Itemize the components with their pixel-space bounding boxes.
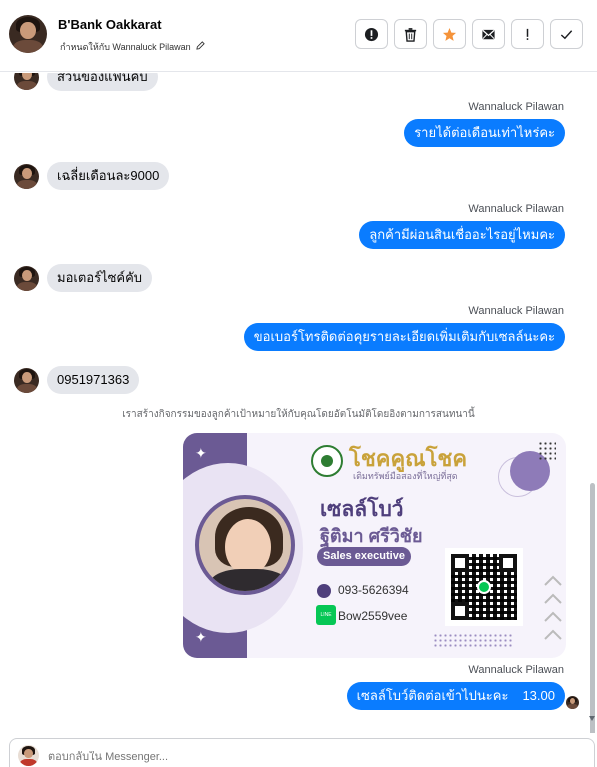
sender-name: Wannaluck Pilawan (468, 305, 564, 317)
star-icon (442, 27, 457, 41)
trash-icon (404, 27, 417, 42)
incoming-message: มอเตอร์ไซค์คับ (14, 264, 153, 292)
card-line-id: Bow2559vee (338, 609, 408, 623)
star-button[interactable] (433, 19, 466, 49)
report-icon (364, 27, 379, 41)
sender-name: Wannaluck Pilawan (468, 203, 564, 215)
outgoing-message-bubble[interactable]: รายได้ต่อเดือนเท่าไหร่คะ (404, 119, 565, 147)
incoming-message: เฉลี่ยเดือนละ9000 (14, 162, 170, 190)
assigned-to-text: กำหนดให้กับ Wannaluck Pilawan (60, 42, 191, 52)
check-icon (560, 29, 573, 39)
mail-icon (482, 29, 495, 39)
contact-avatar[interactable] (9, 15, 47, 53)
contact-avatar[interactable] (14, 163, 39, 189)
outgoing-message-bubble[interactable]: ขอเบอร์โทรติดต่อคุยรายละเอียดเพิ่มเติมกั… (243, 323, 565, 351)
system-note: เราสร้างกิจกรรมของลูกค้าเป้าหมายให้กับคุ… (122, 409, 475, 420)
scroll-down-icon[interactable] (589, 716, 595, 721)
delete-button[interactable] (394, 19, 427, 49)
message-bubble[interactable]: มอเตอร์ไซค์คับ (47, 264, 153, 292)
message-time: 13.00 (522, 688, 555, 703)
brand-logo-icon (311, 445, 343, 477)
message-thread[interactable]: ส่วนของแฟนคับ Wannaluck Pilawan รายได้ต่… (0, 73, 597, 733)
sender-name: Wannaluck Pilawan (468, 101, 564, 113)
message-bubble[interactable]: 0951971363 (47, 366, 140, 394)
sales-card-image[interactable]: ✦ ✦ โชคคูณโชค เติมทรัพย์มือสองที่ใหญ่ที่… (183, 433, 566, 658)
outgoing-message-bubble[interactable]: เซลล์โบว์ติดต่อเข้าไปนะคะ 13.00 (346, 682, 565, 710)
header-actions (355, 19, 583, 49)
contact-avatar[interactable] (14, 367, 39, 393)
message-bubble[interactable]: ส่วนของแฟนคับ (47, 73, 158, 91)
reply-input[interactable] (48, 751, 348, 763)
agent-avatar (18, 745, 39, 766)
incoming-message: 0951971363 (14, 366, 140, 394)
incoming-message: ส่วนของแฟนคับ (14, 73, 158, 91)
card-tagline: เติมทรัพย์มือสองที่ใหญ่ที่สุด (353, 471, 458, 481)
message-bubble[interactable]: เฉลี่ยเดือนละ9000 (47, 162, 170, 190)
sales-photo (195, 495, 295, 595)
qr-code-icon (445, 548, 523, 626)
scrollbar-thumb[interactable] (590, 483, 595, 733)
assignment-label[interactable]: กำหนดให้กับ Wannaluck Pilawan (60, 40, 205, 54)
decor-dots (538, 441, 556, 461)
contact-name[interactable]: B'Bank Oakkarat (58, 17, 162, 32)
line-app-icon: LINE (316, 605, 336, 625)
outgoing-message-bubble[interactable]: ลูกค้ามีผ่อนสินเชื่ออะไรอยู่ไหมคะ (359, 221, 565, 249)
card-role-badge: Sales executive (317, 547, 411, 566)
contact-avatar[interactable] (14, 265, 39, 291)
seen-avatar (566, 696, 579, 709)
alert-icon (526, 28, 529, 40)
pencil-icon[interactable] (196, 41, 205, 52)
chevron-up-icon (544, 575, 562, 640)
reply-composer[interactable] (9, 738, 595, 767)
decor-dots (433, 633, 513, 647)
card-person-name: ฐิติมา ศรีวิชัย (320, 526, 423, 546)
sparkle-icon: ✦ (195, 445, 207, 461)
contact-avatar[interactable] (14, 73, 39, 90)
conversation-header: B'Bank Oakkarat กำหนดให้กับ Wannaluck Pi… (0, 0, 597, 72)
sparkle-icon: ✦ (195, 629, 207, 645)
alert-button[interactable] (511, 19, 544, 49)
mail-button[interactable] (472, 19, 505, 49)
report-button[interactable] (355, 19, 388, 49)
done-button[interactable] (550, 19, 583, 49)
message-text: เซลล์โบว์ติดต่อเข้าไปนะคะ (356, 688, 509, 703)
phone-icon (317, 584, 331, 598)
card-phone: 093-5626394 (338, 583, 409, 597)
sender-name: Wannaluck Pilawan (468, 664, 564, 676)
